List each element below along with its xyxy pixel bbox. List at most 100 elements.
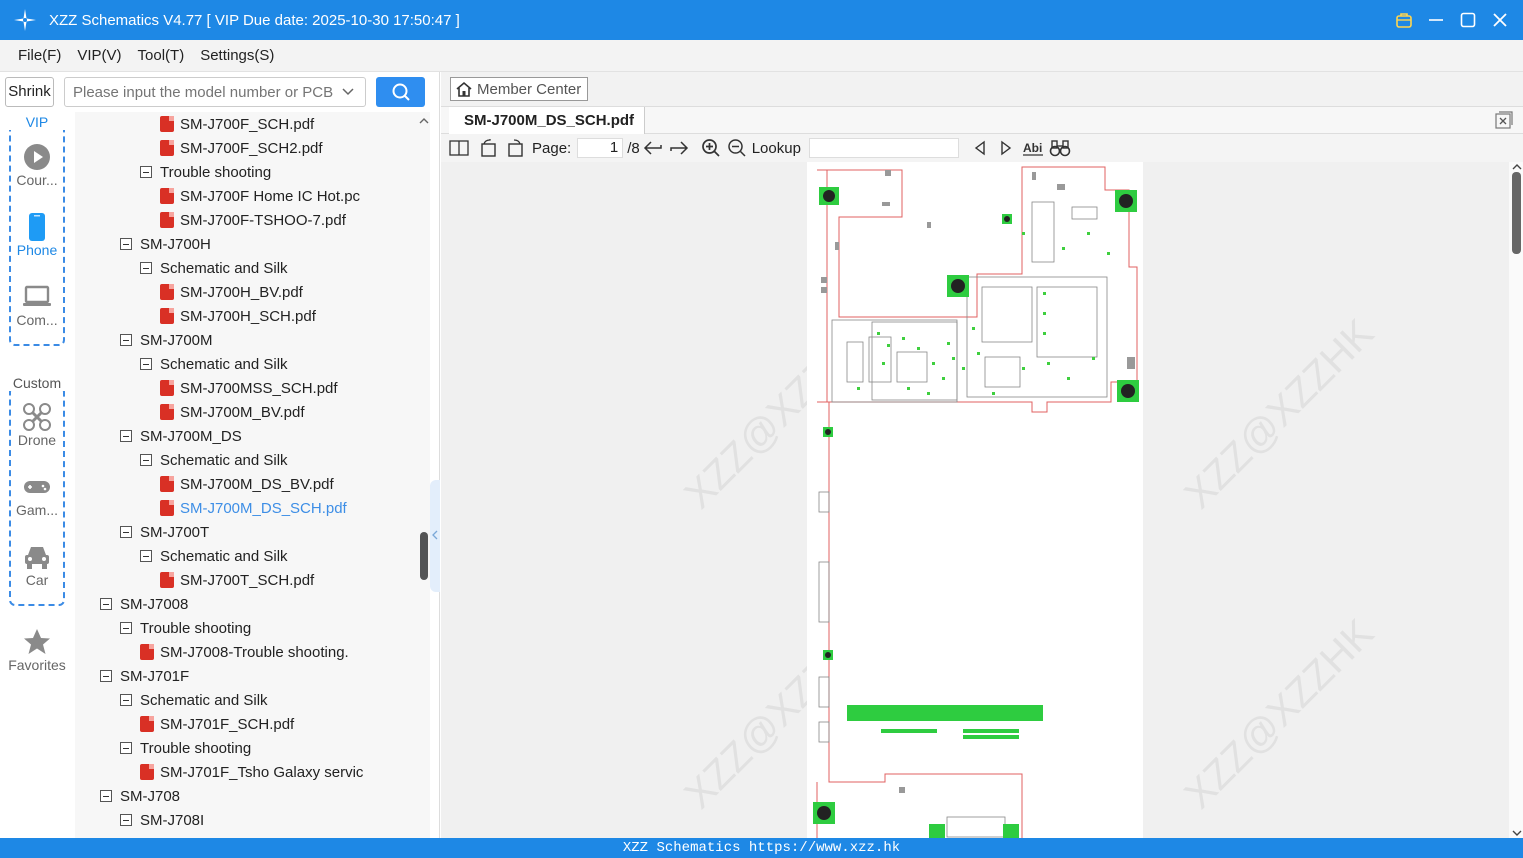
tree-folder-item[interactable]: Trouble shooting [120,616,251,640]
tree-folder-item[interactable]: SM-J700T [120,520,209,544]
member-center-button[interactable]: Member Center [450,77,588,101]
collapse-toggle-icon[interactable] [120,694,132,706]
tree-file-item[interactable]: SM-J7008-Trouble shooting. [140,640,349,664]
tree-folder-item[interactable]: SM-J7008 [100,592,188,616]
close-tabs-icon[interactable] [1495,111,1513,129]
collapse-toggle-icon[interactable] [120,430,132,442]
menu-settings[interactable]: Settings(S) [200,47,274,64]
page-number-input[interactable]: 1 [577,138,624,158]
collapse-toggle-icon[interactable] [100,670,112,682]
zoom-out-icon[interactable] [726,137,748,159]
sidebar-item-courses[interactable]: Cour... [0,142,74,188]
collapse-toggle-icon[interactable] [140,166,152,178]
collapse-toggle-icon[interactable] [120,334,132,346]
pdf-file-icon[interactable] [160,500,174,516]
tree-folder-item[interactable]: SM-J700M [120,328,213,352]
sidebar-item-gaming[interactable]: Gam... [0,472,74,518]
close-button[interactable] [1491,11,1509,29]
collapse-toggle-icon[interactable] [140,454,152,466]
zoom-in-icon[interactable] [700,137,722,159]
tree-file-item[interactable]: SM-J700F_SCH2.pdf [160,136,323,160]
tree-file-item[interactable]: SM-J700H_SCH.pdf [160,304,316,328]
tree-file-item[interactable]: SM-J700F-TSHOO-7.pdf [160,208,346,232]
pdf-file-icon[interactable] [160,284,174,300]
collapse-toggle-icon[interactable] [140,550,152,562]
pdf-file-icon[interactable] [160,380,174,396]
chevron-down-icon[interactable] [341,85,355,99]
maximize-button[interactable] [1459,11,1477,29]
collapse-toggle-icon[interactable] [140,358,152,370]
collapse-panel-handle[interactable] [430,480,440,592]
pdf-file-icon[interactable] [160,572,174,588]
tab-document[interactable]: SM-J700M_DS_SCH.pdf [449,107,645,134]
split-view-icon[interactable] [448,137,470,159]
viewer-scroll-up-icon[interactable] [1511,162,1523,172]
tree-file-item[interactable]: SM-J700M_DS_SCH.pdf [160,496,347,520]
tree-folder-item[interactable]: SM-J700H [120,232,211,256]
sidebar-item-drone[interactable]: Drone [0,402,74,448]
search-button[interactable] [376,77,425,107]
tree-folder-item[interactable]: Schematic and Silk [140,448,288,472]
collapse-toggle-icon[interactable] [120,742,132,754]
collapse-toggle-icon[interactable] [140,262,152,274]
tree-file-item[interactable]: SM-J701F_SCH.pdf [140,712,294,736]
collapse-toggle-icon[interactable] [120,238,132,250]
pdf-file-icon[interactable] [160,188,174,204]
tree-file-item[interactable]: SM-J701F_Tsho Galaxy servic [140,760,363,784]
rotate-right-icon[interactable] [504,137,526,159]
next-page-arrow-icon[interactable] [668,137,690,159]
pdf-file-icon[interactable] [140,716,154,732]
tree-file-item[interactable]: SM-J700F Home IC Hot.pc [160,184,360,208]
tree-folder-item[interactable]: SM-J708 [100,784,180,808]
find-previous-icon[interactable] [969,137,991,159]
collapse-toggle-icon[interactable] [120,622,132,634]
pdf-viewport[interactable]: XZZ@XZZHK XZZ@XZZHK XZZ@XZZHK XZZ@XZZHK [441,162,1523,838]
tree-folder-item[interactable]: Schematic and Silk [140,544,288,568]
tree-folder-item[interactable]: Schematic and Silk [120,688,268,712]
tree-folder-item[interactable]: SM-J708I [120,808,204,832]
rotate-left-icon[interactable] [478,137,500,159]
pdf-file-icon[interactable] [160,308,174,324]
tree-file-item[interactable]: SM-J700F_SCH.pdf [160,112,314,136]
tree-scrollbar-thumb[interactable] [420,532,428,580]
pdf-file-icon[interactable] [140,644,154,660]
vip-bag-icon[interactable] [1395,11,1413,29]
sidebar-item-computer[interactable]: Com... [0,282,74,328]
pdf-file-icon[interactable] [140,764,154,780]
tree-folder-item[interactable]: Schematic and Silk [140,256,288,280]
menu-file[interactable]: File(F) [18,47,61,64]
viewer-scrollbar[interactable] [1509,162,1523,838]
tree-file-item[interactable]: SM-J700M_DS_BV.pdf [160,472,334,496]
pdf-file-icon[interactable] [160,404,174,420]
pdf-page[interactable] [807,162,1143,838]
shrink-button[interactable]: Shrink [5,77,54,107]
tree-folder-item[interactable]: Trouble shooting [140,160,271,184]
tree-file-item[interactable]: SM-J700H_BV.pdf [160,280,303,304]
pdf-file-icon[interactable] [160,476,174,492]
search-input[interactable] [65,78,335,106]
find-next-icon[interactable] [995,137,1017,159]
pdf-file-icon[interactable] [160,212,174,228]
find-binoculars-icon[interactable] [1049,137,1071,159]
minimize-button[interactable] [1427,11,1445,29]
tree-file-item[interactable]: SM-J700T_SCH.pdf [160,568,314,592]
lookup-input[interactable] [808,138,959,158]
pdf-file-icon[interactable] [160,116,174,132]
sidebar-item-car[interactable]: Car [0,542,74,588]
tree-file-item[interactable]: SM-J700MSS_SCH.pdf [160,376,338,400]
viewer-scrollbar-thumb[interactable] [1512,172,1521,254]
collapse-toggle-icon[interactable] [100,790,112,802]
prev-page-arrow-icon[interactable] [642,137,664,159]
match-case-icon[interactable]: Abi [1021,137,1045,159]
scroll-up-arrow-icon[interactable] [418,116,430,126]
tree-folder-item[interactable]: SM-J701F [100,664,189,688]
tree-folder-item[interactable]: SM-J700M_DS [120,424,242,448]
collapse-toggle-icon[interactable] [120,526,132,538]
tree-folder-item[interactable]: Schematic and Silk [140,352,288,376]
collapse-toggle-icon[interactable] [120,814,132,826]
viewer-scroll-down-icon[interactable] [1511,828,1523,838]
tree-folder-item[interactable]: Trouble shooting [120,736,251,760]
collapse-toggle-icon[interactable] [100,598,112,610]
pdf-file-icon[interactable] [160,140,174,156]
menu-vip[interactable]: VIP(V) [77,47,121,64]
